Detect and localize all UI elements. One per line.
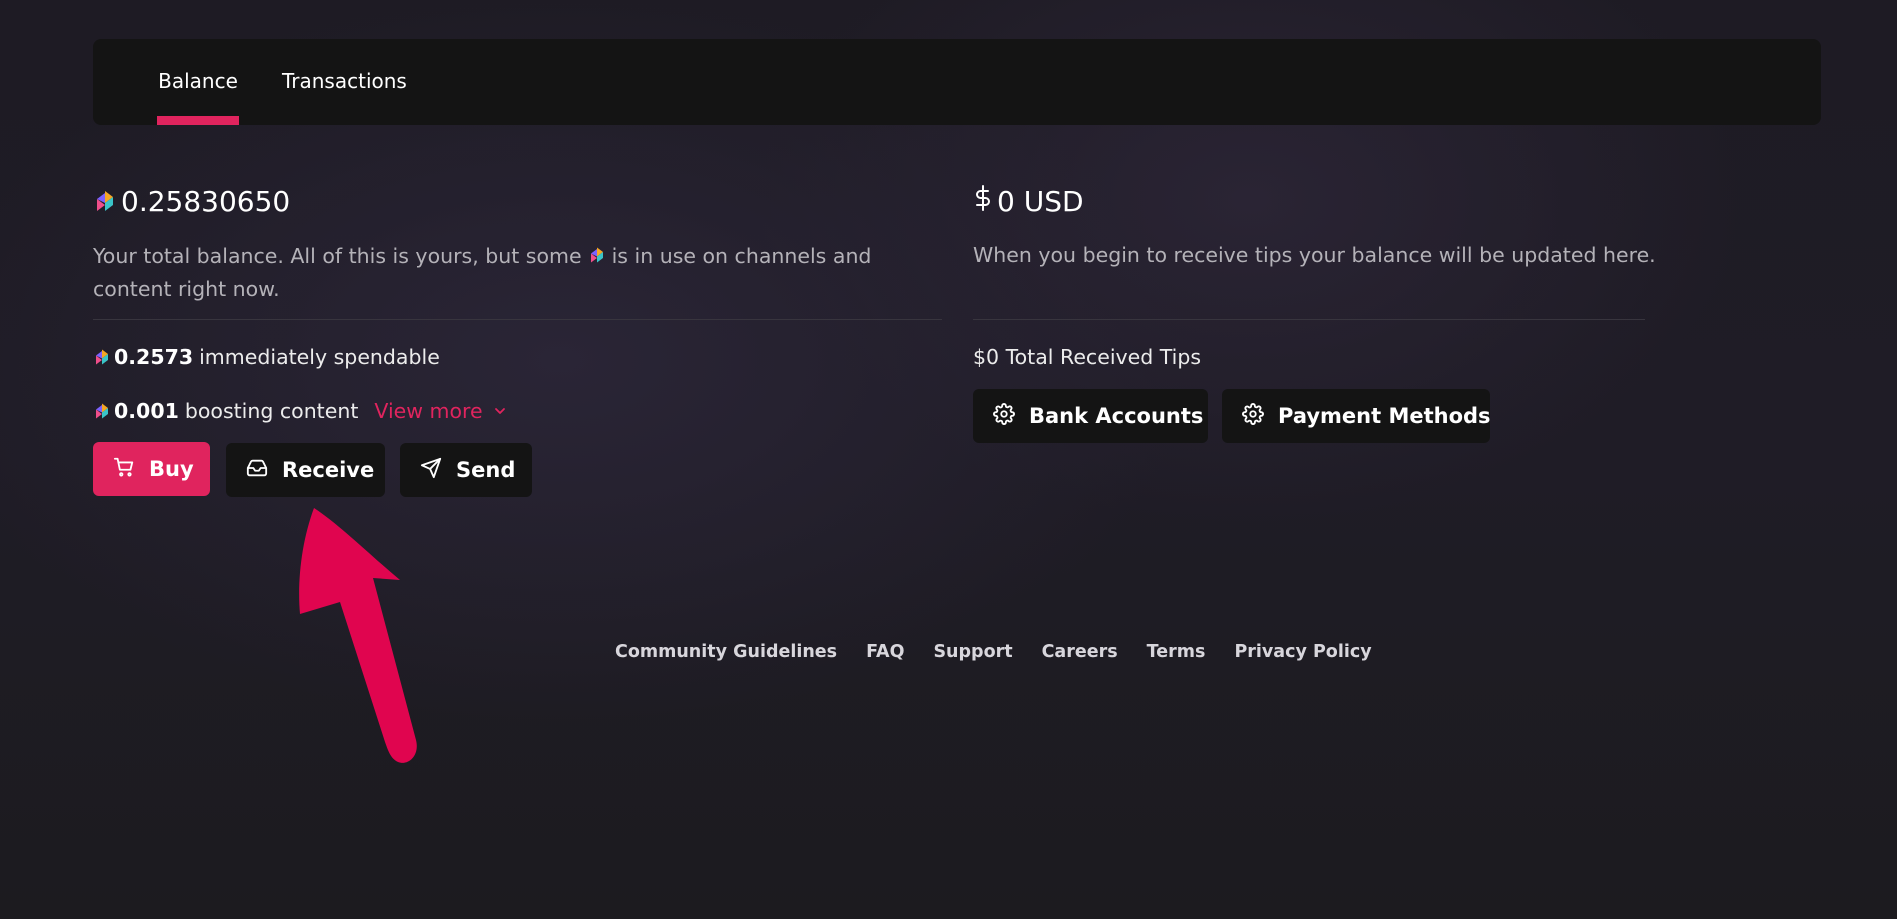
send-label: Send (456, 458, 516, 482)
buy-label: Buy (149, 457, 194, 481)
receive-button[interactable]: Receive (226, 443, 385, 497)
gear-icon (993, 402, 1015, 430)
footer-link-privacy-policy[interactable]: Privacy Policy (1234, 642, 1371, 662)
lbc-credit-icon (588, 246, 606, 264)
active-tab-indicator (157, 116, 239, 125)
tab-bar: Balance Transactions (93, 39, 1821, 125)
footer-link-careers[interactable]: Careers (1042, 642, 1118, 662)
usd-balance-description: When you begin to receive tips your bala… (973, 243, 1656, 267)
lbc-credit-icon (93, 189, 117, 213)
tab-transactions[interactable]: Transactions (282, 39, 407, 125)
annotation-arrow (290, 500, 430, 784)
spendable-label: immediately spendable (199, 345, 440, 369)
view-more-link[interactable]: View more (374, 399, 506, 423)
boosting-label: boosting content (184, 399, 359, 423)
boosting-row: 0.001 boosting content View more (93, 396, 507, 426)
total-received-tips: $0 Total Received Tips (973, 345, 1202, 369)
footer-link-terms[interactable]: Terms (1147, 642, 1206, 662)
cart-icon (113, 456, 135, 483)
footer-link-support[interactable]: Support (933, 642, 1012, 662)
usd-balance: 0 USD (973, 183, 1084, 219)
buy-button[interactable]: Buy (93, 442, 210, 496)
dollar-icon (973, 184, 993, 218)
tab-balance[interactable]: Balance (157, 39, 239, 125)
payment-methods-label: Payment Methods (1278, 404, 1491, 428)
spendable-row: 0.2573 immediately spendable (93, 342, 440, 372)
divider (93, 319, 942, 320)
divider (973, 319, 1645, 320)
spendable-amount: 0.2573 (114, 345, 194, 369)
bank-accounts-button[interactable]: Bank Accounts (973, 389, 1208, 443)
usd-balance-value: 0 USD (997, 184, 1084, 218)
receive-label: Receive (282, 458, 375, 482)
gear-icon (1242, 402, 1264, 430)
footer: Community Guidelines FAQ Support Careers… (615, 640, 1372, 664)
lbc-credit-icon (93, 402, 111, 420)
send-button[interactable]: Send (400, 443, 532, 497)
send-icon (420, 457, 442, 484)
view-more-label: View more (374, 399, 483, 423)
footer-link-faq[interactable]: FAQ (866, 642, 904, 662)
credit-balance: 0.25830650 (93, 183, 290, 219)
bank-accounts-label: Bank Accounts (1029, 404, 1204, 428)
lbc-credit-icon (93, 348, 111, 366)
credit-balance-description: Your total balance. All of this is yours… (93, 244, 872, 301)
chevron-down-icon (493, 399, 507, 423)
inbox-icon (246, 457, 268, 484)
payment-methods-button[interactable]: Payment Methods (1222, 389, 1491, 443)
credit-balance-value: 0.25830650 (121, 184, 291, 218)
boosting-amount: 0.001 (114, 399, 179, 423)
footer-link-community-guidelines[interactable]: Community Guidelines (615, 642, 837, 662)
